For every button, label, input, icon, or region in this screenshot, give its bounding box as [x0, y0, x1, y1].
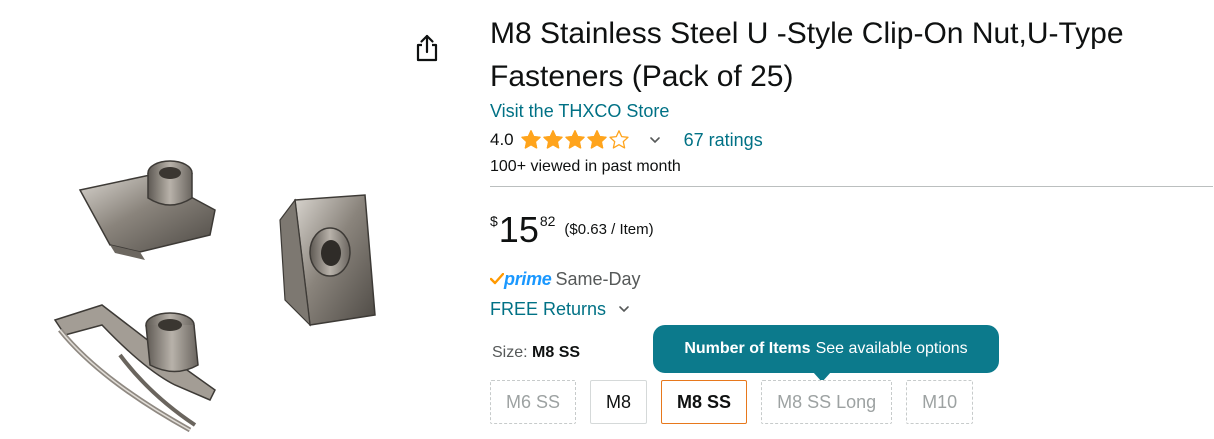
delivery-speed: Same-Day: [555, 268, 641, 289]
options-tooltip[interactable]: Number of Items See available options: [653, 325, 999, 382]
star-filled-icon: [520, 130, 541, 149]
prime-logo[interactable]: prime: [490, 269, 552, 290]
rating-row: 4.0 67 ratings: [490, 127, 763, 153]
product-image-area: [0, 0, 438, 439]
u-clip-nut-product-image[interactable]: [40, 140, 385, 435]
size-selection: Size: M8 SS: [492, 344, 580, 362]
tooltip-title: Number of Items: [684, 340, 811, 357]
size-options: M6 SS M8 M8 SS M8 SS Long M10: [490, 380, 987, 424]
clip-nut-right: [279, 194, 376, 327]
size-option-m6-ss[interactable]: M6 SS: [490, 380, 577, 424]
chevron-down-icon[interactable]: [648, 133, 662, 147]
tooltip-text[interactable]: See available options: [816, 340, 968, 358]
views-text: 100+ viewed in past month: [490, 158, 681, 175]
prime-text: prime: [504, 268, 552, 289]
product-title: M8 Stainless Steel U -Style Clip-On Nut,…: [490, 17, 1124, 93]
size-option-m10[interactable]: M10: [906, 380, 974, 424]
star-rating[interactable]: [520, 129, 630, 151]
star-filled-icon: [542, 130, 563, 149]
divider: [490, 186, 1213, 187]
chevron-down-icon[interactable]: [618, 303, 630, 315]
free-returns[interactable]: FREE Returns: [490, 296, 630, 322]
price: $ 15 82 ($0.63 / Item): [490, 207, 654, 255]
product-details: M8 Stainless Steel U -Style Clip-On Nut,…: [490, 0, 1214, 439]
price-fraction: 82: [539, 213, 556, 229]
ratings-count-link[interactable]: 67 ratings: [684, 130, 763, 151]
store-link[interactable]: Visit the THXCO Store: [490, 101, 669, 122]
size-option-m8[interactable]: M8: [590, 380, 648, 424]
size-option-m8-ss-long[interactable]: M8 SS Long: [761, 380, 893, 424]
star-empty-icon: [608, 130, 629, 149]
size-option-m8-ss[interactable]: M8 SS: [661, 380, 748, 424]
price-symbol: $: [490, 213, 498, 229]
free-returns-label[interactable]: FREE Returns: [490, 299, 606, 320]
prime-check-icon: [490, 273, 504, 285]
clip-nut-bottom-left: [53, 304, 216, 433]
prime-delivery: prime Same-Day: [490, 266, 641, 292]
clip-nut-top-left: [78, 160, 216, 260]
price-whole: 15: [498, 209, 539, 250]
rating-value: 4.0: [490, 130, 514, 149]
size-selected-value: M8 SS: [532, 344, 581, 361]
size-label: Size:: [492, 344, 528, 361]
star-filled-icon: [564, 130, 585, 149]
price-per-unit: ($0.63 / Item): [564, 221, 654, 238]
star-filled-icon: [586, 130, 607, 149]
share-icon[interactable]: [412, 33, 442, 63]
